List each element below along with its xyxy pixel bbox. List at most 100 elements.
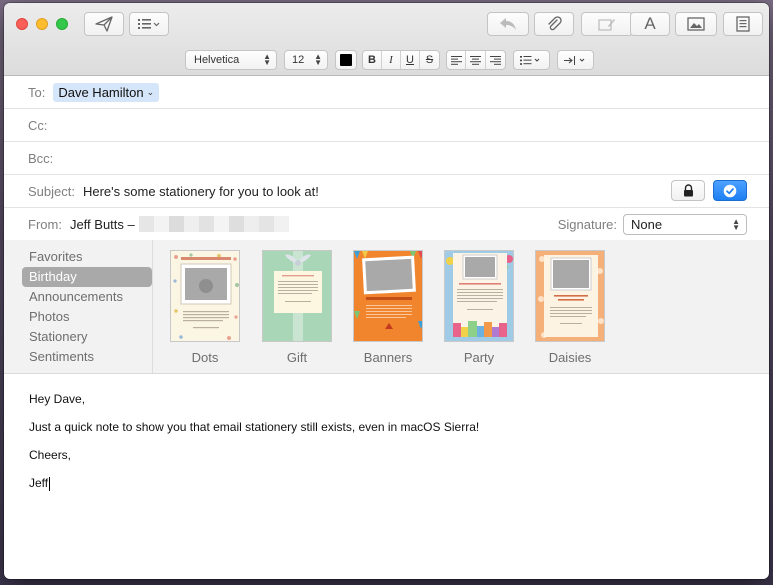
subject-field[interactable]: Subject: Here's some stationery for you … — [4, 175, 769, 208]
minimize-window-button[interactable] — [36, 18, 48, 30]
updown-icon: ▲ ▼ — [732, 216, 740, 232]
stationery-button[interactable] — [723, 12, 763, 36]
stationery-icon — [736, 16, 750, 32]
from-label: From: — [28, 216, 62, 232]
align-right-icon — [489, 55, 501, 65]
markup-icon — [598, 19, 615, 31]
updown-icon: ▲ ▼ — [263, 52, 271, 67]
sign-button[interactable] — [713, 180, 747, 201]
signature-label: Signature: — [557, 216, 617, 232]
body-signoff-line: Jeff — [29, 476, 51, 491]
category-photos[interactable]: Photos — [22, 307, 152, 327]
reply-arrow-icon — [500, 18, 516, 30]
send-button[interactable] — [84, 12, 124, 36]
message-body[interactable]: Hey Dave, Just a quick note to show you … — [4, 375, 769, 579]
cc-label: Cc: — [28, 117, 48, 133]
recipient-token[interactable]: Dave Hamilton ⌄ — [53, 82, 160, 102]
lock-icon — [683, 184, 693, 197]
align-right-button[interactable] — [486, 51, 505, 69]
toolbar: A Helvetica ▲ ▼ 12 ▲ ▼ B I U S — [4, 3, 769, 76]
category-sentiments[interactable]: Sentiments — [22, 347, 152, 367]
text-color-button[interactable] — [335, 50, 357, 70]
bullet-list-icon — [520, 55, 540, 65]
banners-preview-image — [354, 251, 422, 329]
divider — [152, 240, 153, 374]
bcc-field[interactable]: Bcc: — [4, 142, 769, 175]
alignment-group — [446, 50, 506, 70]
list-style-menu[interactable] — [513, 50, 550, 70]
font-size-value: 12 — [292, 54, 305, 66]
indent-menu[interactable] — [557, 50, 594, 70]
bold-button[interactable]: B — [363, 51, 382, 69]
category-stationery[interactable]: Stationery — [22, 327, 152, 347]
body-closing: Cheers, — [29, 448, 72, 462]
font-family-value: Helvetica — [194, 54, 240, 66]
to-field[interactable]: To: Dave Hamilton ⌄ — [4, 76, 769, 109]
category-birthday[interactable]: Birthday — [22, 267, 152, 287]
indent-icon — [564, 55, 585, 65]
stationery-pane: Favorites Birthday Announcements Photos … — [4, 240, 769, 374]
zoom-window-button[interactable] — [56, 18, 68, 30]
reply-button[interactable] — [487, 12, 529, 36]
template-daisies[interactable] — [535, 250, 605, 342]
paper-plane-icon — [95, 16, 113, 32]
from-name[interactable]: Jeff Butts – — [70, 217, 135, 232]
signature-value: None — [631, 217, 663, 232]
template-banners[interactable] — [353, 250, 423, 342]
align-center-button[interactable] — [466, 51, 486, 69]
photo-icon — [687, 17, 705, 31]
strikethrough-button[interactable]: S — [420, 51, 439, 69]
category-favorites[interactable]: Favorites — [22, 247, 152, 267]
category-announcements[interactable]: Announcements — [22, 287, 152, 307]
stationery-categories: Favorites Birthday Announcements Photos … — [22, 247, 152, 367]
color-swatch — [340, 54, 352, 66]
format-button[interactable]: A — [630, 12, 670, 36]
party-preview-image — [446, 253, 513, 337]
header-fields-button[interactable] — [129, 12, 169, 36]
photo-browser-button[interactable] — [675, 12, 717, 36]
italic-button[interactable]: I — [382, 51, 401, 69]
template-label-gift: Gift — [286, 350, 308, 365]
cc-field[interactable]: Cc: — [4, 109, 769, 142]
updown-icon: ▲ ▼ — [314, 52, 322, 67]
text-cursor — [49, 476, 51, 491]
dots-preview-image — [173, 253, 239, 340]
daisies-preview-image — [538, 255, 604, 338]
template-label-party: Party — [463, 350, 495, 365]
text-style-group: B I U S — [362, 50, 440, 70]
list-icon — [138, 19, 160, 29]
chevron-down-icon: ⌄ — [146, 86, 155, 97]
to-label: To: — [28, 84, 46, 100]
template-label-daisies: Daisies — [548, 350, 592, 365]
close-window-button[interactable] — [16, 18, 28, 30]
redacted-email — [138, 216, 289, 232]
template-label-banners: Banners — [363, 350, 413, 365]
recipient-name: Dave Hamilton — [58, 84, 144, 100]
align-center-icon — [470, 55, 482, 65]
body-signoff: Jeff — [29, 476, 49, 490]
template-gift[interactable] — [262, 250, 332, 342]
subject-label: Subject: — [28, 183, 75, 199]
from-field: From: Jeff Butts – Signature: None ▲ ▼ — [4, 208, 769, 241]
signature-select[interactable]: None ▲ ▼ — [623, 214, 747, 235]
body-line: Just a quick note to show you that email… — [29, 420, 480, 434]
font-size-select[interactable]: 12 ▲ ▼ — [284, 50, 328, 70]
paperclip-icon — [548, 16, 562, 31]
compose-window: A Helvetica ▲ ▼ 12 ▲ ▼ B I U S To: Dave … — [4, 3, 769, 579]
gift-preview-image — [274, 251, 322, 341]
bcc-label: Bcc: — [28, 150, 54, 166]
template-dots[interactable] — [170, 250, 240, 342]
template-party[interactable] — [444, 250, 514, 342]
font-family-select[interactable]: Helvetica ▲ ▼ — [185, 50, 277, 70]
checkmark-badge-icon — [723, 184, 737, 197]
template-label-dots: Dots — [191, 350, 219, 365]
encrypt-button[interactable] — [671, 180, 705, 201]
subject-value[interactable]: Here's some stationery for you to look a… — [83, 184, 319, 199]
font-a-icon: A — [644, 14, 656, 33]
markup-button[interactable] — [581, 12, 633, 36]
align-left-button[interactable] — [447, 51, 467, 69]
body-greeting: Hey Dave, — [29, 392, 86, 406]
underline-button[interactable]: U — [401, 51, 420, 69]
attach-button[interactable] — [534, 12, 574, 36]
align-left-icon — [450, 55, 462, 65]
